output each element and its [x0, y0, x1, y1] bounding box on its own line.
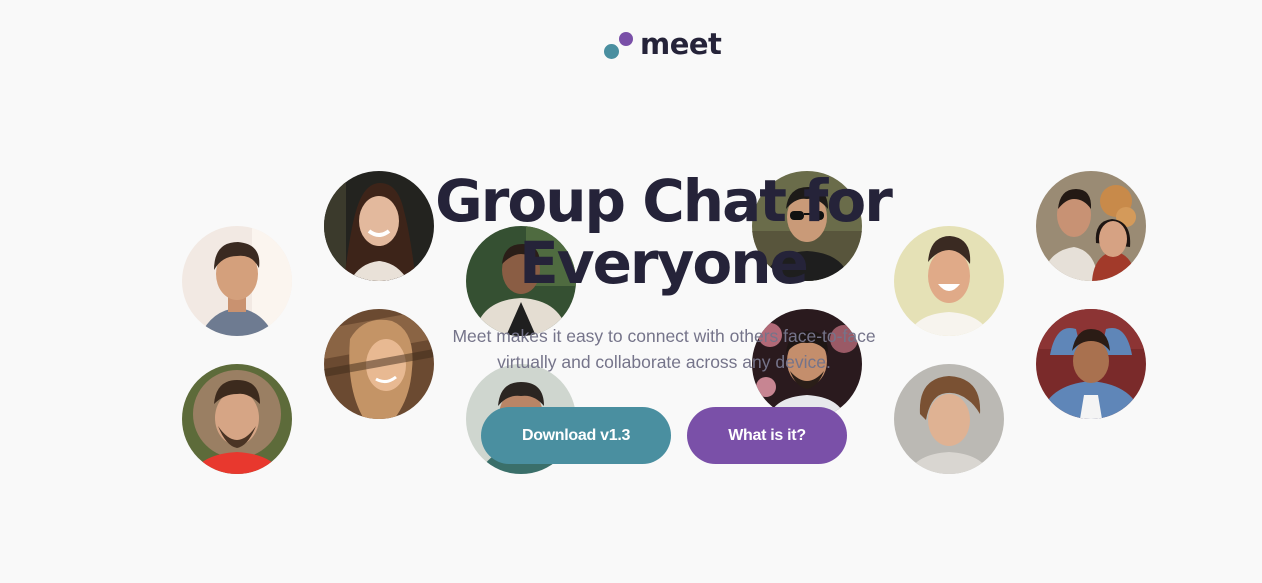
logo-dots-icon	[604, 29, 634, 61]
avatar-curly-hair-man-fur-hood	[182, 364, 292, 474]
what-is-it-button[interactable]: What is it?	[687, 407, 847, 464]
logo-wordmark: meet	[640, 26, 722, 61]
landing-page: meet Group Chat for Everyone Meet makes …	[0, 0, 1262, 583]
avatar-man-wavy-hair	[894, 364, 1004, 474]
avatar-woman-denim-jacket	[1036, 309, 1146, 419]
download-button[interactable]: Download v1.3	[481, 407, 671, 464]
hero-title: Group Chat for Everyone	[435, 167, 893, 297]
avatar-couple	[1036, 171, 1146, 281]
avatar-young-man-sunset	[182, 226, 292, 336]
brand-logo[interactable]: meet	[604, 26, 722, 62]
avatar-woman-blonde-shadows	[324, 309, 434, 419]
hero-subtitle: Meet makes it easy to connect with other…	[452, 326, 876, 372]
